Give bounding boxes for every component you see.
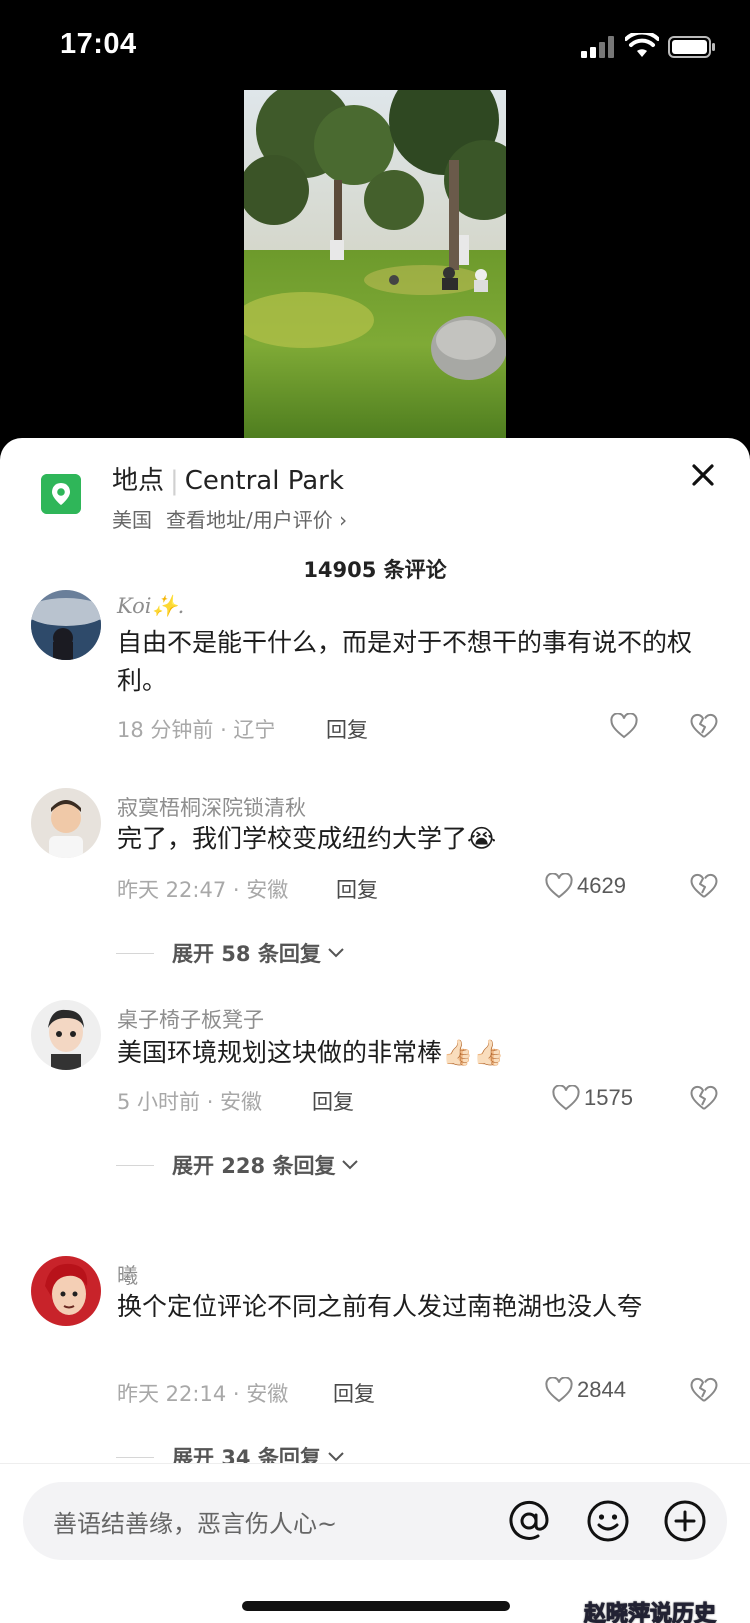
expand-divider <box>116 952 154 954</box>
location-name: Central Park <box>184 466 344 496</box>
video-thumbnail[interactable] <box>244 90 506 440</box>
like-button[interactable] <box>610 712 638 740</box>
comment-text: 美国环境规划这块做的非常棒👍🏻👍🏻 <box>117 1038 505 1067</box>
signal-icon <box>581 36 614 58</box>
like-button[interactable]: 2844 <box>545 1376 626 1404</box>
comment-username[interactable]: Koi✨. <box>117 594 184 619</box>
close-icon[interactable] <box>688 460 718 490</box>
like-count: 1575 <box>584 1085 633 1110</box>
comment-input-bar: 善语结善缘，恶言伤人心~ 赵晓萍说历史 <box>0 1463 750 1623</box>
dislike-icon[interactable] <box>690 872 718 900</box>
battery-icon <box>668 36 715 58</box>
location-title: 地点 | Central Park <box>112 460 344 497</box>
like-count: 2844 <box>577 1377 626 1402</box>
avatar[interactable] <box>31 788 101 858</box>
status-time: 17:04 <box>60 28 137 60</box>
heart-icon <box>552 1085 580 1111</box>
reply-button[interactable]: 回复 <box>336 874 378 904</box>
comment-meta: 昨天 22:14 · 安徽 <box>117 1382 289 1406</box>
comment-input[interactable]: 善语结善缘，恶言伤人心~ <box>23 1482 727 1560</box>
comment-meta: 5 小时前 · 安徽 <box>117 1090 263 1114</box>
comment-sheet: 地点 | Central Park 美国 查看地址/用户评价 › 14905 条评论 … <box>0 438 750 1623</box>
expand-divider <box>116 1456 154 1458</box>
dislike-icon[interactable] <box>690 712 718 740</box>
location-pin-icon <box>41 474 81 514</box>
expand-divider <box>116 1164 154 1166</box>
heart-icon <box>545 873 573 899</box>
expand-replies-label: 展开 228 条回复 <box>172 1154 336 1178</box>
comment-username[interactable]: 寂寞梧桐深院锁清秋 <box>117 792 306 822</box>
avatar[interactable] <box>31 590 101 660</box>
heart-icon <box>545 1377 573 1403</box>
dislike-icon[interactable] <box>690 1084 718 1112</box>
mention-icon[interactable] <box>506 1498 552 1544</box>
add-icon[interactable] <box>663 1499 707 1543</box>
watermark: 赵晓萍说历史 <box>583 1602 717 1623</box>
avatar[interactable] <box>31 1256 101 1326</box>
comment-text: 完了，我们学校变成纽约大学了😭 <box>117 824 497 853</box>
comment-username[interactable]: 曦 <box>117 1260 138 1290</box>
expand-replies-button[interactable]: 展开 58 条回复 <box>116 938 345 968</box>
comment-username[interactable]: 桌子椅子板凳子 <box>117 1004 264 1034</box>
like-count: 4629 <box>577 873 626 898</box>
location-label: 地点 <box>112 466 165 496</box>
status-bar: 17:04 <box>0 0 750 92</box>
reply-button[interactable]: 回复 <box>333 1378 375 1408</box>
home-indicator <box>242 1601 510 1611</box>
comment-meta: 18 分钟前 · 辽宁 <box>117 718 276 742</box>
comment-input-placeholder: 善语结善缘，恶言伤人心~ <box>53 1510 338 1538</box>
comment-meta: 昨天 22:47 · 安徽 <box>117 878 289 902</box>
reply-button[interactable]: 回复 <box>326 714 368 744</box>
chevron-down-icon <box>328 1452 344 1462</box>
heart-icon <box>610 713 638 739</box>
reply-button[interactable]: 回复 <box>312 1086 354 1116</box>
expand-replies-button[interactable]: 展开 228 条回复 <box>116 1150 359 1180</box>
chevron-down-icon <box>328 948 344 958</box>
comment-text: 自由不是能干什么，而是对于不想干的事有说不的权利。 <box>117 628 693 695</box>
location-country: 美国 <box>112 508 152 532</box>
avatar[interactable] <box>31 1000 101 1070</box>
expand-replies-label: 展开 58 条回复 <box>172 942 321 966</box>
location-header[interactable]: 地点 | Central Park 美国 查看地址/用户评价 › <box>0 438 750 538</box>
location-subtitle: 美国 查看地址/用户评价 › <box>112 504 347 533</box>
title-divider: | <box>170 466 179 496</box>
wifi-icon <box>625 33 659 57</box>
view-address-link[interactable]: 查看地址/用户评价 <box>166 508 333 532</box>
chevron-down-icon <box>342 1160 359 1170</box>
comment-text: 换个定位评论不同之前有人发过南艳湖也没人夸 <box>117 1292 643 1321</box>
like-button[interactable]: 1575 <box>552 1084 633 1112</box>
comment-count: 14905 条评论 <box>303 558 447 582</box>
chevron-right-icon: › <box>332 508 348 532</box>
dislike-icon[interactable] <box>690 1376 718 1404</box>
like-button[interactable]: 4629 <box>545 872 626 900</box>
emoji-icon[interactable] <box>586 1499 630 1543</box>
